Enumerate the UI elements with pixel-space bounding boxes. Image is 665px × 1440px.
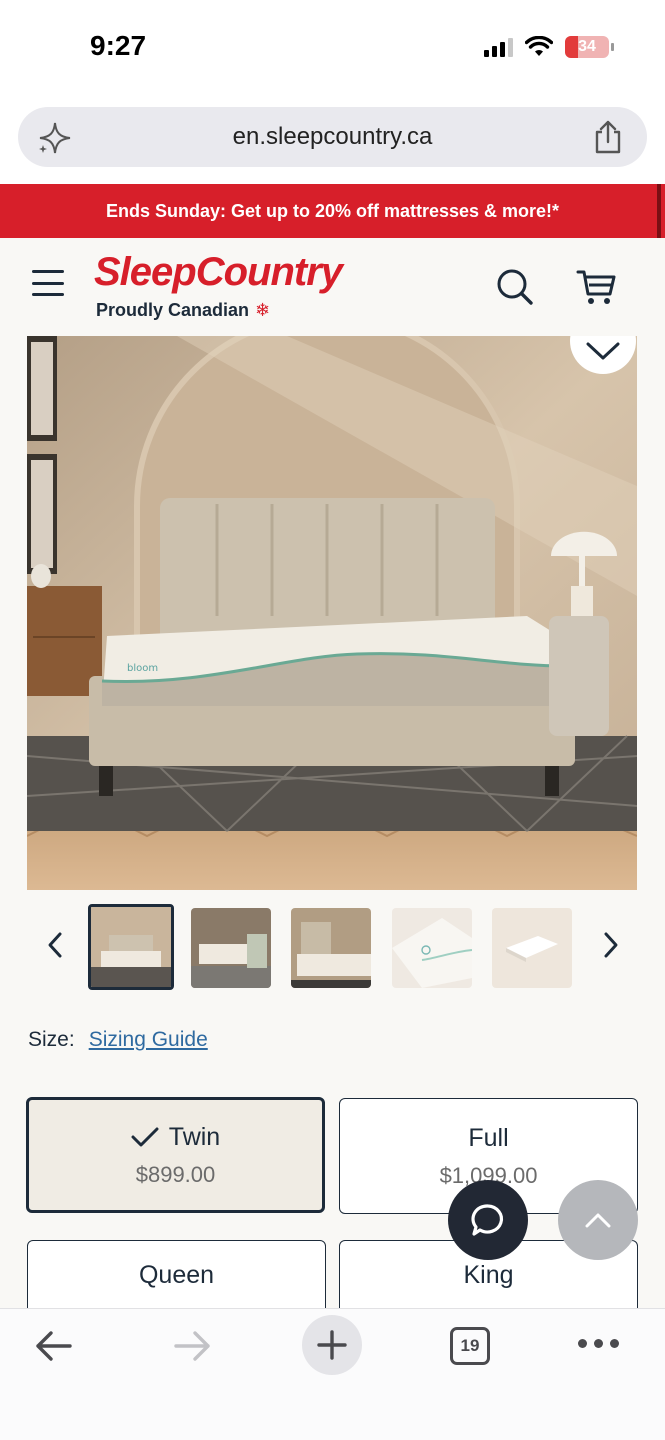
more-menu-icon[interactable] <box>578 1339 619 1348</box>
tagline-text: Proudly Canadian <box>96 300 250 320</box>
product-hero-image[interactable]: bloom <box>27 336 637 890</box>
share-icon[interactable] <box>591 119 625 155</box>
chevron-right-icon[interactable] <box>596 930 624 960</box>
forward-arrow-icon[interactable] <box>172 1329 212 1363</box>
thumbnail-5[interactable] <box>492 908 572 988</box>
sizing-guide-link[interactable]: Sizing Guide <box>89 1028 208 1052</box>
battery-level: 34 <box>578 38 596 55</box>
size-option-label: Twin <box>168 1122 221 1151</box>
search-icon[interactable] <box>496 268 534 306</box>
mattress-brand-mark: bloom <box>127 663 158 674</box>
plus-icon[interactable] <box>316 1329 348 1361</box>
tab-switcher-button[interactable]: 19 <box>450 1327 490 1365</box>
status-bar: 9:27 34 <box>0 0 665 100</box>
promo-banner[interactable]: Ends Sunday: Get up to 20% off mattresse… <box>0 184 665 238</box>
browser-toolbar: 19 <box>0 1308 665 1440</box>
site-header: SleepCountry Proudly Canadian ❄ <box>0 238 665 336</box>
size-option-price: $899.00 <box>135 1161 216 1187</box>
size-option-label: Queen <box>138 1261 215 1289</box>
size-option-queen[interactable]: Queen <box>27 1240 326 1308</box>
size-option-label: King <box>463 1261 514 1289</box>
promo-text: Ends Sunday: Get up to 20% off mattresse… <box>105 200 560 221</box>
maple-leaf-icon: ❄ <box>255 300 271 320</box>
tab-count: 19 <box>460 1336 480 1355</box>
chat-bubble-icon[interactable] <box>470 1202 506 1238</box>
status-time: 9:27 <box>90 30 147 61</box>
chevron-left-icon[interactable] <box>42 930 70 960</box>
site-logo[interactable]: SleepCountry <box>94 250 343 295</box>
bedroom-illustration: bloom <box>27 336 637 890</box>
address-bar[interactable]: en.sleepcountry.ca <box>18 107 647 167</box>
chat-button[interactable] <box>448 1180 528 1260</box>
size-label: Size: <box>28 1028 75 1051</box>
scroll-to-top-button[interactable] <box>558 1180 638 1260</box>
checkmark-icon <box>131 1127 159 1147</box>
logo-tagline: Proudly Canadian ❄ <box>96 300 270 321</box>
hamburger-menu-icon[interactable] <box>32 270 64 296</box>
thumbnail-1[interactable] <box>88 904 174 990</box>
thumbnail-strip <box>0 904 665 990</box>
thumbnail-4[interactable] <box>392 908 472 988</box>
cellular-signal-icon <box>484 37 513 57</box>
new-tab-button[interactable] <box>302 1315 362 1375</box>
url-text[interactable]: en.sleepcountry.ca <box>233 123 433 151</box>
thumbnail-2[interactable] <box>191 908 271 988</box>
promo-scroll-indicator <box>657 184 661 238</box>
size-label-row: Size: Sizing Guide <box>28 1028 208 1052</box>
product-main: bloom Size: Sizing Guide Twin $899.00 Fu… <box>0 336 665 1308</box>
wifi-icon <box>525 36 553 56</box>
chevron-down-icon[interactable] <box>586 342 620 360</box>
sparkle-icon[interactable] <box>38 121 72 155</box>
battery-icon: 34 <box>565 36 614 58</box>
back-arrow-icon[interactable] <box>34 1329 74 1363</box>
size-option-label: Full <box>468 1123 509 1152</box>
status-icons: 34 <box>484 36 614 58</box>
chevron-up-icon[interactable] <box>585 1212 611 1228</box>
thumbnail-3[interactable] <box>291 908 371 988</box>
size-option-twin[interactable]: Twin $899.00 <box>26 1097 325 1213</box>
cart-icon[interactable] <box>576 268 616 306</box>
size-option-name: Twin <box>131 1123 220 1152</box>
